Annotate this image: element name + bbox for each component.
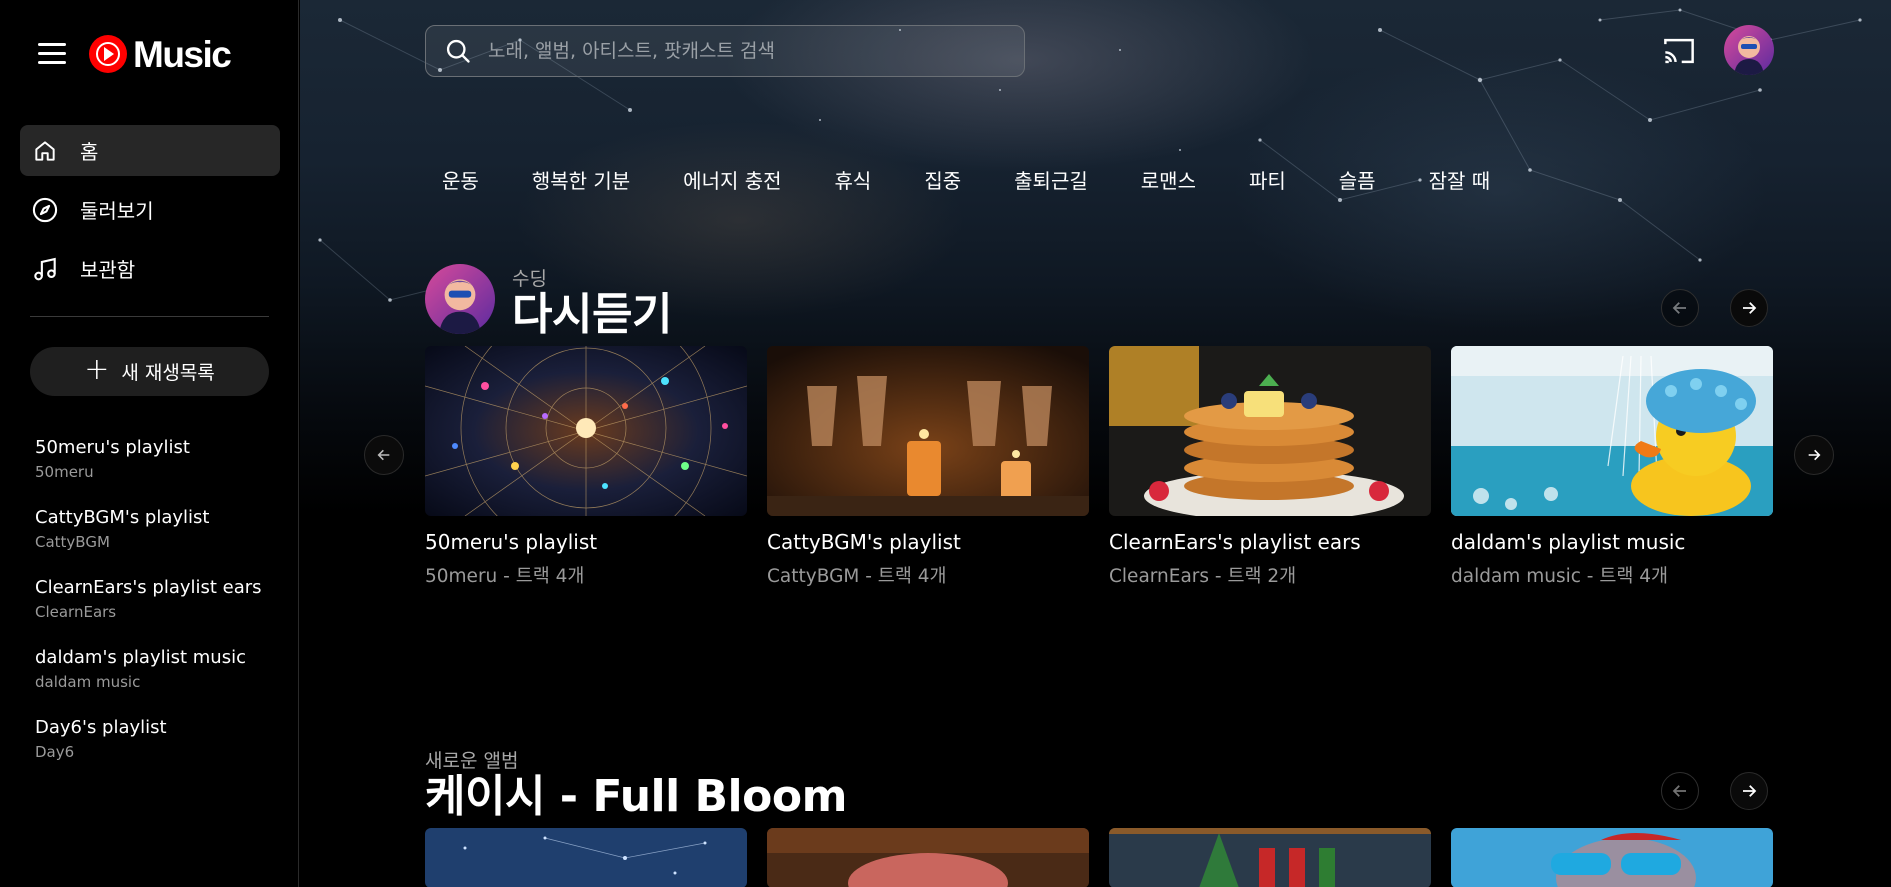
new-playlist-button[interactable]: + 새 재생목록 xyxy=(30,347,269,396)
card-row: 50meru's playlist 50meru - 트랙 4개 CattyBG… xyxy=(425,346,1773,588)
scroll-left-button[interactable] xyxy=(1661,772,1699,810)
nav-item-library[interactable]: 보관함 xyxy=(20,243,280,294)
chip[interactable]: 휴식 xyxy=(835,165,872,194)
section-avatar[interactable] xyxy=(425,264,495,334)
playlist-title: daldam's playlist music xyxy=(35,647,246,668)
arrow-right-icon xyxy=(1808,449,1821,461)
chip[interactable]: 슬픔 xyxy=(1339,165,1376,194)
playlist-item[interactable]: CattyBGM's playlist CattyBGM xyxy=(35,507,285,577)
card-title[interactable]: ClearnEars's playlist ears xyxy=(1109,530,1431,554)
scroll-left-button[interactable] xyxy=(1661,289,1699,327)
cast-icon[interactable] xyxy=(1662,36,1696,66)
nav-label-home: 홈 xyxy=(80,140,99,164)
chip[interactable]: 행복한 기분 xyxy=(532,165,630,194)
section-kicker: 새로운 앨범 xyxy=(425,750,519,772)
card-subtitle: 50meru - 트랙 4개 xyxy=(425,566,585,587)
playlist-card[interactable]: daldam's playlist music daldam music - 트… xyxy=(1451,346,1773,588)
scroll-right-button[interactable] xyxy=(1730,772,1768,810)
menu-icon[interactable] xyxy=(38,43,66,65)
arrow-right-icon xyxy=(1743,785,1757,797)
carousel-prev-button[interactable] xyxy=(364,435,404,475)
card-title[interactable]: daldam's playlist music xyxy=(1451,530,1773,554)
playlist-item[interactable]: ClearnEars's playlist ears ClearnEars xyxy=(35,577,285,647)
plus-icon: + xyxy=(84,352,110,387)
playlist-card[interactable]: CattyBGM's playlist CattyBGM - 트랙 4개 xyxy=(767,346,1089,588)
nav-label-explore: 둘러보기 xyxy=(80,199,154,223)
sidebar: Music 홈 둘러보기 보관함 + 새 재생목록 50meru's playl… xyxy=(0,0,299,887)
arrow-left-icon xyxy=(1672,785,1686,797)
chip[interactable]: 출퇴근길 xyxy=(1014,165,1088,194)
section-title[interactable]: 케이시 - Full Bloom xyxy=(425,772,1785,821)
playlist-title: ClearnEars's playlist ears xyxy=(35,577,262,598)
mood-chips: 운동 행복한 기분 에너지 충전 휴식 집중 출퇴근길 로맨스 파티 슬픔 잠잘… xyxy=(442,165,1543,194)
card-thumbnail xyxy=(767,346,1089,516)
playlist-item[interactable]: daldam's playlist music daldam music xyxy=(35,647,285,717)
card-title[interactable]: 50meru's playlist xyxy=(425,530,747,554)
playlist-owner: ClearnEars xyxy=(35,603,117,621)
account-avatar[interactable] xyxy=(1724,25,1774,75)
chip[interactable]: 잠잘 때 xyxy=(1429,165,1491,194)
card-thumbnail xyxy=(1109,828,1431,887)
listen-again-section: 수딩 다시듣기 50meru's playlist 50meru - 트랙 4개… xyxy=(425,264,1785,594)
carousel-next-button[interactable] xyxy=(1794,435,1834,475)
new-albums-section: 새로운 앨범 케이시 - Full Bloom xyxy=(425,746,1785,887)
chip[interactable]: 로맨스 xyxy=(1141,165,1196,194)
section-title[interactable]: 다시듣기 xyxy=(512,290,672,339)
card-thumbnail xyxy=(1109,346,1431,516)
sidebar-divider xyxy=(30,316,269,317)
card-thumbnail xyxy=(425,346,747,516)
card-thumbnail xyxy=(767,828,1089,887)
library-music-icon xyxy=(30,254,60,284)
playlist-title: CattyBGM's playlist xyxy=(35,507,210,528)
arrow-left-icon xyxy=(377,449,390,461)
album-card[interactable] xyxy=(425,828,747,887)
search-icon xyxy=(446,39,470,63)
playlist-item[interactable]: Day6's playlist Day6 xyxy=(35,717,285,787)
card-subtitle: daldam music - 트랙 4개 xyxy=(1451,566,1669,587)
logo-text: Music xyxy=(133,33,232,75)
card-thumbnail xyxy=(1451,828,1773,887)
playlist-owner: 50meru xyxy=(35,463,94,481)
album-card[interactable] xyxy=(767,828,1089,887)
arrow-right-icon xyxy=(1743,302,1757,314)
home-icon xyxy=(30,136,60,166)
section-kicker: 수딩 xyxy=(512,268,547,290)
compass-icon xyxy=(30,195,60,225)
scroll-right-button[interactable] xyxy=(1730,289,1768,327)
youtube-music-logo[interactable]: Music xyxy=(89,33,232,75)
playlist-item[interactable]: 50meru's playlist 50meru xyxy=(35,437,285,507)
card-thumbnail xyxy=(425,828,747,887)
chip[interactable]: 운동 xyxy=(442,165,479,194)
nav-label-library: 보관함 xyxy=(80,258,136,282)
card-thumbnail xyxy=(1451,346,1773,516)
chip[interactable]: 집중 xyxy=(924,165,961,194)
playlist-title: Day6's playlist xyxy=(35,717,167,738)
playlist-card[interactable]: ClearnEars's playlist ears ClearnEars - … xyxy=(1109,346,1431,588)
arrow-left-icon xyxy=(1672,302,1686,314)
chip[interactable]: 파티 xyxy=(1249,165,1286,194)
search-input[interactable] xyxy=(488,40,988,62)
search-bar[interactable] xyxy=(425,25,1025,77)
playlist-owner: Day6 xyxy=(35,743,75,761)
playlist-list: 50meru's playlist 50meru CattyBGM's play… xyxy=(35,437,285,787)
chip[interactable]: 에너지 충전 xyxy=(683,165,781,194)
card-row xyxy=(425,828,1773,887)
play-logo-icon xyxy=(89,35,127,73)
album-card[interactable] xyxy=(1109,828,1431,887)
playlist-title: 50meru's playlist xyxy=(35,437,190,458)
card-title[interactable]: CattyBGM's playlist xyxy=(767,530,1089,554)
main-content: 운동 행복한 기분 에너지 충전 휴식 집중 출퇴근길 로맨스 파티 슬픔 잠잘… xyxy=(300,0,1891,887)
nav-item-home[interactable]: 홈 xyxy=(20,125,280,176)
nav-item-explore[interactable]: 둘러보기 xyxy=(20,184,280,235)
album-card[interactable] xyxy=(1451,828,1773,887)
playlist-card[interactable]: 50meru's playlist 50meru - 트랙 4개 xyxy=(425,346,747,588)
new-playlist-label: 새 재생목록 xyxy=(121,362,215,384)
main-nav: 홈 둘러보기 보관함 xyxy=(20,125,280,302)
playlist-owner: CattyBGM xyxy=(35,533,110,551)
card-subtitle: ClearnEars - 트랙 2개 xyxy=(1109,566,1297,587)
card-subtitle: CattyBGM - 트랙 4개 xyxy=(767,566,947,587)
playlist-owner: daldam music xyxy=(35,673,141,691)
